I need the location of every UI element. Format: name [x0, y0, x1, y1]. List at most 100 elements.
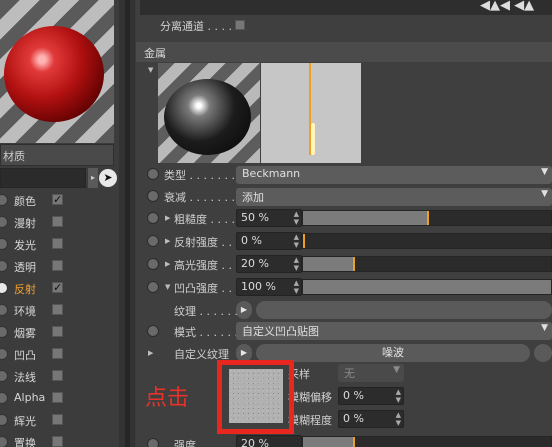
stepper-icon[interactable]: ▲ ▼ — [294, 233, 299, 249]
channel-checkbox[interactable] — [52, 216, 63, 227]
channel-radio[interactable] — [0, 304, 8, 316]
reflection-preview — [158, 63, 260, 163]
channel-checkbox[interactable] — [52, 436, 63, 447]
channel-item[interactable]: 颜色 ✓ — [0, 189, 114, 211]
mode-dropdown[interactable]: 自定义凹凸贴图 ▼ — [236, 322, 552, 340]
channel-radio[interactable] — [0, 238, 8, 250]
strength-value: 20 % — [241, 437, 269, 447]
channel-item[interactable]: Alpha — [0, 387, 114, 409]
channel-item[interactable]: 环境 — [0, 299, 114, 321]
chevron-down-icon: ▼ — [541, 189, 548, 199]
slider-handle[interactable] — [352, 437, 355, 447]
strength-radio[interactable] — [147, 438, 159, 447]
texture-extra-button[interactable] — [534, 344, 552, 362]
channel-checkbox[interactable] — [52, 260, 63, 271]
falloff-graph — [261, 63, 361, 163]
highlight-strength-slider[interactable] — [302, 256, 552, 272]
stepper-icon[interactable]: ▲ ▼ — [396, 388, 401, 404]
channel-radio[interactable] — [0, 282, 8, 294]
expand-icon[interactable]: ▶ — [165, 260, 170, 268]
mode-radio[interactable] — [147, 325, 159, 337]
stepper-icon[interactable]: ▲ ▼ — [396, 411, 401, 427]
texture-slot-button[interactable] — [256, 301, 552, 319]
channel-radio[interactable] — [0, 414, 8, 426]
stepper-icon[interactable]: ▲ ▼ — [294, 256, 299, 272]
channel-radio[interactable] — [0, 194, 8, 206]
slider-handle[interactable] — [303, 234, 305, 248]
highlight-strength-field[interactable]: 20 % ▲ ▼ — [236, 255, 302, 273]
roughness-field[interactable]: 50 % ▲ ▼ — [236, 209, 302, 227]
scrollbar[interactable] — [125, 0, 130, 447]
channel-checkbox[interactable] — [52, 348, 63, 359]
blur-degree-field[interactable]: 0 % ▲ ▼ — [338, 410, 404, 428]
click-annotation: 点击 — [145, 386, 190, 411]
channel-item[interactable]: 法线 — [0, 365, 114, 387]
channel-label: 凹凸 — [14, 349, 36, 362]
channel-radio[interactable] — [0, 370, 8, 382]
search-arrow-icon[interactable]: ▸ — [88, 168, 98, 188]
collapse-icon[interactable]: ▼ — [165, 283, 170, 291]
channel-checkbox[interactable]: ✓ — [52, 282, 63, 293]
channel-checkbox[interactable] — [52, 304, 63, 315]
cursor-icon[interactable]: ➤ — [99, 169, 117, 187]
channel-radio[interactable] — [0, 216, 8, 228]
expand-icon[interactable]: ▶ — [165, 237, 170, 245]
channel-item[interactable]: 发光 — [0, 233, 114, 255]
noise-shader-button[interactable]: 噪波 — [256, 344, 530, 362]
channel-checkbox[interactable] — [52, 370, 63, 381]
slider-handle[interactable] — [427, 211, 429, 225]
channel-radio[interactable] — [0, 392, 8, 404]
channel-item[interactable]: 反射 ✓ — [0, 277, 114, 299]
channel-checkbox[interactable]: ✓ — [52, 194, 63, 205]
reflect-strength-field[interactable]: 0 % ▲ ▼ — [236, 232, 302, 250]
highlight-strength-value: 20 % — [241, 257, 269, 270]
bump-strength-slider[interactable] — [302, 279, 552, 295]
channel-checkbox[interactable] — [52, 238, 63, 249]
channel-radio[interactable] — [0, 436, 8, 447]
channel-item[interactable]: 置换 — [0, 431, 114, 447]
type-radio[interactable] — [147, 168, 159, 180]
type-dropdown[interactable]: Beckmann ▼ — [236, 166, 552, 184]
channel-item[interactable]: 漫射 — [0, 211, 114, 233]
bump-strength-radio[interactable] — [147, 281, 159, 293]
texture-arrow-icon[interactable]: ▶ — [236, 301, 252, 319]
bump-strength-field[interactable]: 100 % ▲ ▼ — [236, 278, 302, 296]
channel-item[interactable]: 透明 — [0, 255, 114, 277]
reflect-strength-slider[interactable] — [302, 233, 552, 249]
strength-field[interactable]: 20 % — [236, 435, 302, 447]
strength-label: 强度 . . . . . . — [174, 439, 238, 447]
channel-item[interactable]: 辉光 — [0, 409, 114, 431]
layer-title: 金属 — [144, 47, 166, 60]
expand-icon[interactable]: ▶ — [148, 349, 153, 357]
collapse-icon[interactable]: ▼ — [148, 66, 153, 74]
channel-radio[interactable] — [0, 260, 8, 272]
highlight-strength-radio[interactable] — [147, 258, 159, 270]
channel-checkbox[interactable] — [52, 326, 63, 337]
attenuation-dropdown[interactable]: 添加 ▼ — [236, 188, 552, 206]
sampling-dropdown[interactable]: 无 ▼ — [338, 364, 404, 382]
stepper-icon[interactable]: ▲ ▼ — [294, 210, 299, 226]
expand-icon[interactable]: ▶ — [165, 214, 170, 222]
type-label: 类型 . . . . . . . . — [164, 169, 242, 182]
layer-header: 金属 — [136, 42, 552, 62]
stepper-icon[interactable]: ▲ ▼ — [294, 279, 299, 295]
roughness-radio[interactable] — [147, 212, 159, 224]
channel-checkbox[interactable] — [52, 392, 63, 403]
channel-checkbox[interactable] — [52, 414, 63, 425]
strength-slider[interactable] — [302, 436, 552, 447]
blur-degree-label: 模糊程度 — [288, 414, 332, 427]
slider-handle[interactable] — [352, 257, 355, 271]
attenuation-radio[interactable] — [147, 190, 159, 202]
separate-channel-checkbox[interactable] — [235, 20, 245, 30]
blur-offset-field[interactable]: 0 % ▲ ▼ — [338, 387, 404, 405]
channel-radio[interactable] — [0, 348, 8, 360]
roughness-slider[interactable] — [302, 210, 552, 226]
channel-item[interactable]: 烟雾 — [0, 321, 114, 343]
search-input[interactable] — [0, 168, 86, 188]
nav-arrows-icon[interactable]: ◀▲◀ ◀▲ — [480, 0, 534, 13]
channel-item[interactable]: 凹凸 — [0, 343, 114, 365]
top-toolbar: ◀▲◀ ◀▲ — [140, 0, 552, 15]
channel-label: Alpha — [14, 391, 46, 404]
channel-radio[interactable] — [0, 326, 8, 338]
reflect-strength-radio[interactable] — [147, 235, 159, 247]
